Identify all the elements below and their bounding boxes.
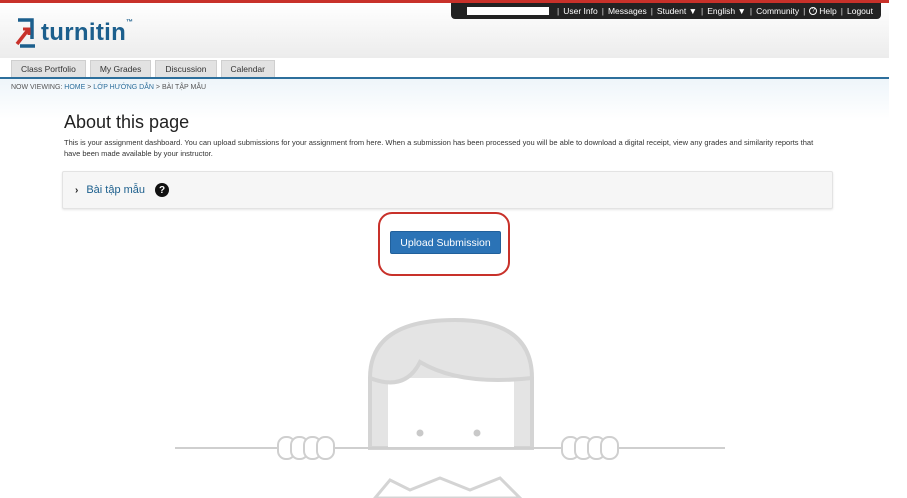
main-tabs: Class Portfolio My Grades Discussion Cal…	[11, 60, 275, 77]
page: | User Info | Messages | Student ▼ | Eng…	[0, 0, 889, 498]
breadcrumb-home[interactable]: HOME	[64, 84, 85, 91]
breadcrumb-class[interactable]: LỚP HƯỚNG DẪN	[93, 84, 154, 91]
page-title: About this page	[64, 112, 190, 132]
assignment-title[interactable]: Bài tập mẫu	[86, 184, 145, 196]
user-info-link[interactable]: User Info	[563, 6, 598, 16]
breadcrumb-current: BÀI TẬP MẪU	[161, 84, 207, 91]
top-nav-bar: | User Info | Messages | Student ▼ | Eng…	[451, 3, 881, 19]
tab-my-grades[interactable]: My Grades	[89, 60, 152, 77]
brand-name: turnitin™	[41, 19, 134, 46]
empty-state-illustration	[175, 317, 725, 498]
role-dropdown[interactable]: Student ▼	[657, 6, 697, 16]
logo-arrow-icon	[15, 18, 35, 48]
tab-class-portfolio[interactable]: Class Portfolio	[11, 60, 86, 77]
assignment-panel[interactable]: › Bài tập mẫu ?	[62, 171, 833, 209]
language-dropdown[interactable]: English ▼	[707, 6, 746, 16]
help-icon[interactable]: ?	[809, 7, 818, 15]
chevron-right-icon[interactable]: ›	[75, 185, 78, 196]
breadcrumb: NOW VIEWING: HOME > LỚP HƯỚNG DẪN > BÀI …	[11, 84, 207, 91]
header: | User Info | Messages | Student ▼ | Eng…	[0, 0, 889, 58]
page-description: This is your assignment dashboard. You c…	[64, 138, 814, 158]
community-link[interactable]: Community	[756, 6, 799, 16]
messages-link[interactable]: Messages	[608, 6, 647, 16]
question-icon[interactable]: ?	[155, 183, 170, 197]
turnitin-logo[interactable]: turnitin™	[14, 17, 133, 49]
tab-discussion[interactable]: Discussion	[155, 60, 217, 77]
tab-calendar[interactable]: Calendar	[220, 60, 275, 77]
upload-submission-button[interactable]: Upload Submission	[390, 231, 501, 254]
help-link[interactable]: Help	[819, 6, 836, 16]
logout-link[interactable]: Logout	[847, 6, 873, 16]
username-field	[467, 7, 550, 15]
